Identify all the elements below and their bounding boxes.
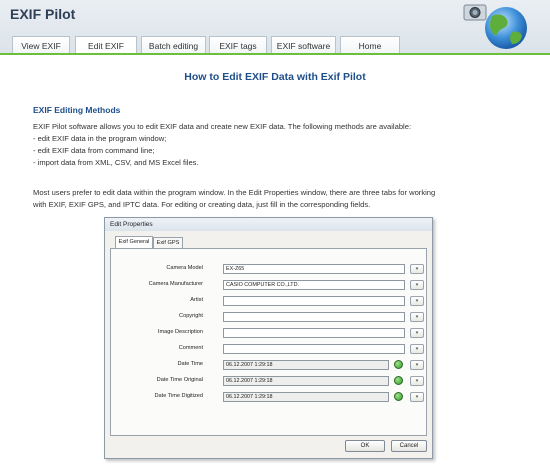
globe-camera-logo-icon [463,4,527,49]
tab-exif-software[interactable]: EXIF software [271,36,336,54]
section-title: EXIF Editing Methods [33,105,121,115]
bullet-item: - import data from XML, CSV, and MS Exce… [33,158,199,167]
copyright-field[interactable] [223,312,405,322]
tab-batch-editing[interactable]: Batch editing [141,36,206,54]
camera-manufacturer-field[interactable]: CASIO COMPUTER CO.,LTD. [223,280,405,290]
bullet-item: - edit EXIF data in the program window; [33,134,167,143]
date-picker-icon[interactable] [394,376,403,385]
app-title: EXIF Pilot [10,6,76,22]
date-time-digitized-label: Date Time Digitized [154,393,204,399]
image-description-field[interactable] [223,328,405,338]
camera-manufacturer-label: Camera Manufacturer [148,281,203,287]
date-time-field[interactable]: 06.12.2007 1:29:18 [223,360,389,370]
edit-properties-dialog: Edit Properties Exif General Exif GPS Ca… [104,217,433,459]
field-menu-button[interactable]: ▾ [410,344,424,354]
comment-field[interactable] [223,344,405,354]
field-menu-button[interactable]: ▾ [410,392,424,402]
exif-general-panel: Camera Model EX-Z65 ▾ Camera Manufacture… [110,248,427,436]
ok-button[interactable]: OK [345,440,385,452]
cancel-button[interactable]: Cancel [391,440,427,452]
field-menu-button[interactable]: ▾ [410,296,424,306]
artist-label: Artist [190,297,203,303]
field-menu-button[interactable]: ▾ [410,360,424,370]
tab-home[interactable]: Home [340,36,400,54]
camera-model-field[interactable]: EX-Z65 [223,264,405,274]
page-title: How to Edit EXIF Data with Exif Pilot [184,71,366,83]
camera-model-label: Camera Model [166,265,203,271]
dialog-title: Edit Properties [105,218,432,231]
field-menu-button[interactable]: ▾ [410,264,424,274]
tab-underline [0,53,550,55]
field-menu-button[interactable]: ▾ [410,280,424,290]
field-menu-button[interactable]: ▾ [410,312,424,322]
tab-edit-exif[interactable]: Edit EXIF [75,36,137,54]
paragraph-line: Most users prefer to edit data within th… [33,188,436,197]
intro-text: EXIF Pilot software allows you to edit E… [33,122,412,131]
artist-field[interactable] [223,296,405,306]
tab-exif-tags[interactable]: EXIF tags [209,36,267,54]
copyright-label: Copyright [179,313,203,319]
date-picker-icon[interactable] [394,360,403,369]
tab-exif-gps[interactable]: Exif GPS [153,237,183,248]
tab-view-exif[interactable]: View EXIF [12,36,70,54]
bullet-item: - edit EXIF data from command line; [33,146,155,155]
paragraph-line: with EXIF, EXIF GPS, and IPTC data. For … [33,200,371,209]
tab-exif-general[interactable]: Exif General [115,236,153,248]
date-picker-icon[interactable] [394,392,403,401]
date-time-original-field[interactable]: 06.12.2007 1:29:18 [223,376,389,386]
date-time-label: Date Time [177,361,204,367]
field-menu-button[interactable]: ▾ [410,376,424,386]
field-menu-button[interactable]: ▾ [410,328,424,338]
date-time-digitized-field[interactable]: 06.12.2007 1:29:18 [223,392,389,402]
comment-label: Comment [178,345,203,351]
date-time-original-label: Date Time Original [156,377,203,383]
image-description-label: Image Description [157,329,203,335]
